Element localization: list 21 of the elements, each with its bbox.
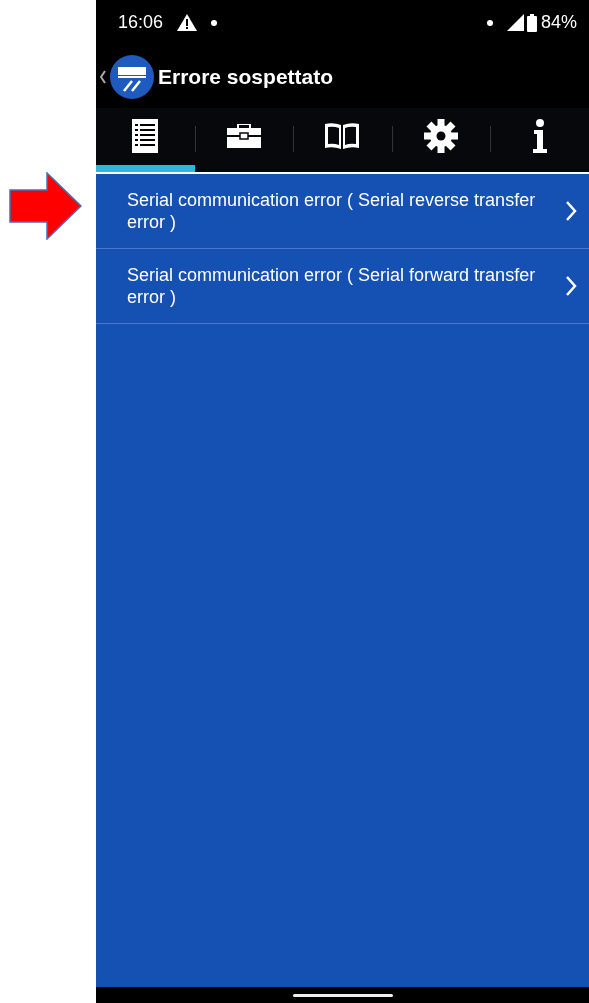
battery-icon xyxy=(526,13,537,32)
notification-dot-icon xyxy=(486,19,493,26)
error-list-item[interactable]: Serial communication error ( Serial reverse transfer error ) xyxy=(96,174,589,249)
chevron-icon xyxy=(565,200,577,222)
back-icon[interactable] xyxy=(100,69,106,84)
warning-icon xyxy=(177,14,198,31)
toolbox-icon xyxy=(226,124,261,148)
list-icon xyxy=(132,119,159,153)
screen-title: Errore sospettato xyxy=(158,63,334,90)
signal-icon xyxy=(506,14,524,31)
error-list-item[interactable]: Serial communication error ( Serial forward transfer error ) xyxy=(96,249,589,324)
battery-level: 84% xyxy=(540,11,577,34)
home-indicator[interactable] xyxy=(292,993,393,997)
app-logo-icon xyxy=(110,54,154,99)
arrow-icon xyxy=(9,172,83,240)
settings-icon xyxy=(424,119,459,153)
chevron-icon xyxy=(565,275,577,297)
info-icon xyxy=(531,119,548,153)
status-time: 16:06 xyxy=(118,11,164,34)
book-icon xyxy=(324,122,361,150)
notification-dot-icon xyxy=(211,19,218,26)
